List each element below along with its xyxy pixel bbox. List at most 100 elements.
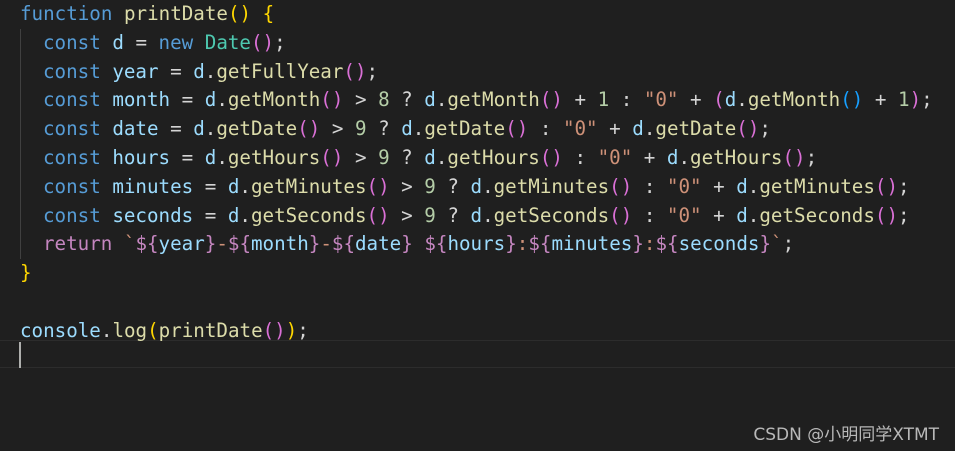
code-token: const: [43, 145, 101, 169]
code-token: "0": [666, 174, 702, 198]
code-token: month: [251, 232, 309, 256]
code-token: d: [666, 145, 679, 169]
code-token: printDate: [158, 318, 263, 342]
code-token: +: [701, 203, 737, 227]
code-token: const: [43, 59, 101, 83]
code-token: return: [43, 232, 113, 256]
code-token: const: [43, 88, 101, 112]
code-token: getMonth: [447, 88, 540, 112]
code-token: +: [678, 88, 714, 112]
code-token: (): [539, 88, 563, 112]
code-token: d: [724, 88, 737, 112]
code-token: .: [482, 203, 494, 227]
code-token: 9: [378, 145, 390, 169]
code-token: d: [204, 88, 217, 112]
code-line[interactable]: [20, 288, 955, 317]
code-line[interactable]: const seconds = d.getSeconds() > 9 ? d.g…: [20, 202, 955, 231]
code-token: :: [516, 232, 529, 256]
code-token: .: [435, 88, 448, 112]
code-token: const: [43, 30, 101, 54]
code-token: ;: [805, 145, 818, 169]
code-token: .: [435, 145, 448, 169]
code-token: (): [736, 117, 760, 141]
code-token: 9: [354, 117, 367, 141]
code-token: function: [20, 2, 113, 25]
code-token: ;: [898, 203, 910, 227]
code-token: (): [874, 203, 898, 227]
code-token: getMinutes: [759, 174, 875, 198]
code-token: ;: [782, 232, 795, 256]
code-token: .: [736, 88, 748, 112]
code-token: .: [747, 203, 760, 227]
code-token: ?: [366, 117, 402, 141]
code-token: ?: [389, 145, 425, 169]
code-token: d: [424, 88, 436, 112]
code-token: ;: [759, 117, 771, 141]
code-token: .: [239, 203, 251, 227]
code-token: getMinutes: [250, 174, 367, 198]
code-token: -: [216, 232, 228, 256]
code-line[interactable]: const year = d.getFullYear();: [20, 58, 955, 87]
code-token: :: [609, 88, 644, 112]
code-token: year: [158, 232, 205, 256]
code-line[interactable]: const date = d.getDate() > 9 ? d.getDate…: [20, 115, 955, 144]
code-token: +: [863, 88, 898, 112]
code-token: }: [759, 232, 771, 256]
code-token: (): [840, 88, 864, 112]
code-token: getHours: [447, 145, 540, 169]
code-token: .: [239, 174, 251, 198]
code-token: +: [632, 145, 667, 169]
code-line[interactable]: return `${year}-${month}-${date} ${hours…: [20, 230, 955, 259]
code-editor[interactable]: function printDate() {const d = new Date…: [0, 0, 955, 451]
code-line[interactable]: const month = d.getMonth() > 8 ? d.getMo…: [20, 86, 955, 115]
code-line[interactable]: console.log(printDate());: [20, 317, 955, 346]
code-token: =: [158, 59, 194, 83]
code-token: getHours: [690, 145, 783, 169]
code-line[interactable]: function printDate() {: [20, 0, 955, 29]
code-token: =: [158, 117, 194, 141]
code-token: =: [170, 145, 205, 169]
code-token: d: [227, 203, 240, 227]
code-line[interactable]: const d = new Date();: [20, 29, 955, 58]
code-line[interactable]: }: [20, 259, 955, 288]
code-token: >: [389, 203, 425, 227]
code-token: (: [147, 318, 159, 342]
code-token: >: [343, 145, 379, 169]
code-token: d: [193, 117, 205, 141]
code-token: =: [193, 203, 228, 227]
code-token: (): [227, 2, 252, 25]
code-token: .: [204, 59, 217, 83]
code-token: }: [20, 261, 32, 285]
code-token: ): [909, 88, 922, 112]
code-token: .: [482, 174, 494, 198]
code-token: (): [609, 174, 633, 198]
code-token: +: [597, 117, 633, 141]
code-area[interactable]: function printDate() {const d = new Date…: [20, 0, 955, 346]
code-token: ;: [921, 88, 933, 112]
code-token: "0": [562, 117, 598, 141]
code-token: ;: [297, 318, 309, 342]
code-token: (): [609, 203, 633, 227]
code-token: :: [562, 145, 598, 169]
code-line[interactable]: const hours = d.getHours() > 9 ? d.getHo…: [20, 144, 955, 173]
code-line[interactable]: const minutes = d.getMinutes() > 9 ? d.g…: [20, 173, 955, 202]
code-token: d: [736, 174, 748, 198]
code-token: getMonth: [747, 88, 841, 112]
code-token: {: [262, 2, 275, 25]
code-token: getSeconds: [250, 203, 367, 227]
code-token: >: [389, 174, 425, 198]
code-token: ?: [435, 203, 471, 227]
code-token: .: [100, 318, 113, 342]
code-token: =: [193, 174, 228, 198]
code-token: minutes: [551, 232, 633, 256]
code-token: ?: [435, 174, 471, 198]
code-token: 9: [424, 174, 436, 198]
code-token: }: [401, 232, 413, 256]
code-token: month: [112, 88, 171, 112]
code-token: .: [747, 174, 760, 198]
code-token: seconds: [678, 232, 760, 256]
code-token: minutes: [112, 174, 194, 198]
